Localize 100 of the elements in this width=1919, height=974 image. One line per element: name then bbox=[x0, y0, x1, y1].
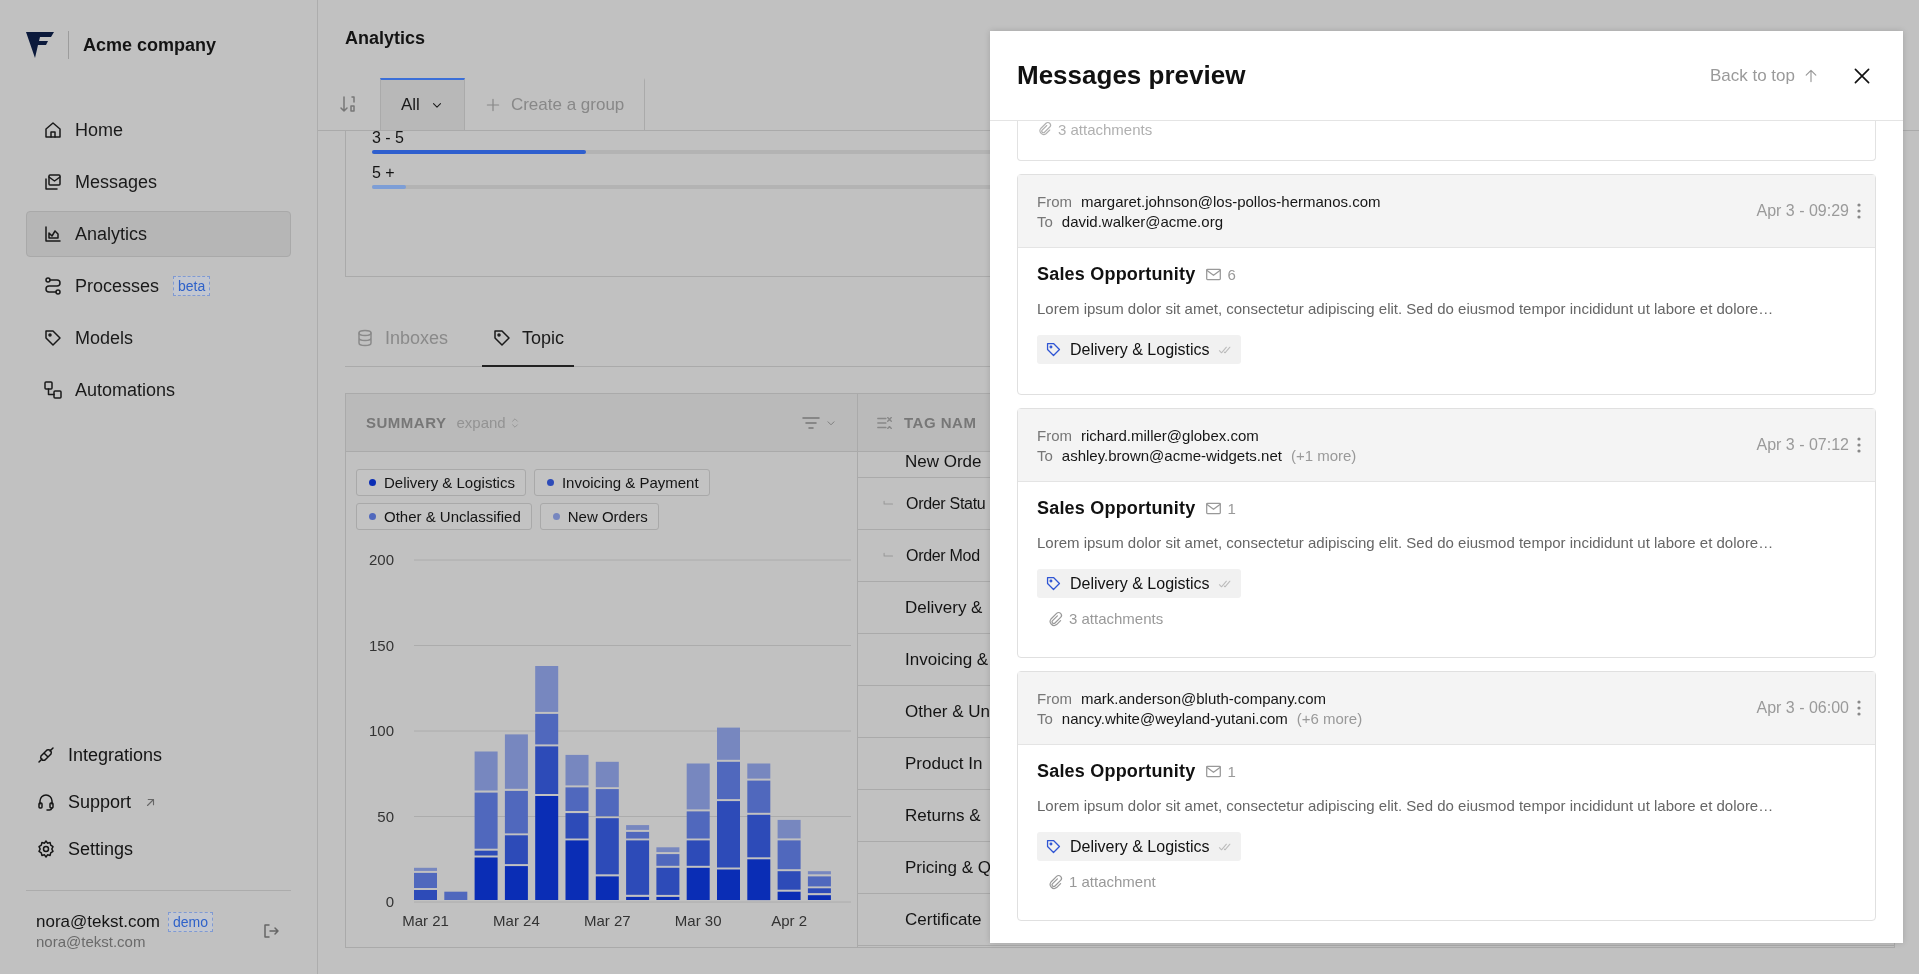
bar bbox=[414, 890, 437, 900]
message-card[interactable] bbox=[1017, 671, 1876, 921]
tag-icon bbox=[43, 328, 63, 348]
topic-tag[interactable]: Delivery & Logistics bbox=[1037, 569, 1241, 598]
sender-address: richard.miller@globex.com bbox=[1081, 426, 1259, 444]
headset-icon bbox=[36, 792, 56, 812]
paperclip-icon bbox=[1037, 121, 1052, 136]
topic-tag[interactable]: Delivery & Logistics bbox=[1037, 832, 1241, 861]
logo-icon bbox=[26, 32, 54, 58]
message-card[interactable] bbox=[1017, 408, 1876, 658]
axis-label: Mar 24 bbox=[493, 912, 540, 929]
bar bbox=[444, 891, 468, 900]
more-icon[interactable] bbox=[1857, 700, 1861, 716]
range-label: 3 - 5 bbox=[372, 129, 404, 147]
bar bbox=[504, 866, 528, 900]
axis-label: Mar 30 bbox=[674, 912, 722, 929]
attachment-count: 3 attachments bbox=[1069, 610, 1164, 627]
axis-label: 200 bbox=[368, 551, 394, 568]
range-label: 5 + bbox=[372, 164, 395, 182]
nav-item[interactable]: Analytics bbox=[26, 211, 291, 257]
field-label: From bbox=[1037, 192, 1072, 210]
tag-icon bbox=[492, 328, 513, 348]
axis-label: 150 bbox=[368, 636, 394, 654]
message-subject: Sales Opportunity bbox=[1037, 498, 1196, 519]
dialog-title: Messages preview bbox=[1017, 60, 1247, 91]
legend-chip[interactable]: Other & Unclassified bbox=[356, 503, 532, 530]
message-subject: Sales Opportunity bbox=[1037, 761, 1196, 782]
nav-item[interactable]: Home bbox=[26, 107, 291, 153]
beta-badge: beta bbox=[173, 276, 211, 296]
axis-label: 100 bbox=[368, 722, 394, 739]
bar bbox=[686, 867, 710, 900]
bar bbox=[747, 859, 771, 901]
paperclip-icon bbox=[1047, 873, 1063, 890]
axis-label: Apr 2 bbox=[771, 912, 808, 929]
bar bbox=[595, 761, 619, 788]
paperclip-icon bbox=[1047, 610, 1063, 627]
group-tab[interactable]: All bbox=[380, 78, 465, 130]
envelope-icon bbox=[1205, 500, 1223, 517]
field-label: To bbox=[1037, 709, 1053, 727]
squares-icon bbox=[43, 380, 63, 400]
sender-address: margaret.johnson@los-pollos-hermanos.com bbox=[1081, 192, 1381, 210]
message-subject: Sales Opportunity bbox=[1037, 264, 1196, 285]
bar bbox=[565, 754, 589, 786]
nav-item[interactable]: Processes beta bbox=[26, 263, 291, 309]
message-count: 6 bbox=[1227, 266, 1236, 283]
envelope-icon bbox=[1205, 763, 1223, 780]
nav-item[interactable]: Models bbox=[26, 315, 291, 361]
legend-chip[interactable]: Invoicing & Payment bbox=[533, 469, 710, 496]
tag-icon bbox=[1045, 341, 1062, 358]
recipient-address: nancy.white@weyland-yutani.com bbox=[1061, 709, 1288, 727]
recipient-address: david.walker@acme.org bbox=[1061, 212, 1223, 230]
legend-chip[interactable]: New Orders bbox=[539, 503, 659, 530]
nav-item[interactable]: Settings bbox=[26, 826, 291, 872]
column-header: TAG NAM bbox=[904, 414, 977, 431]
demo-badge: demo bbox=[168, 912, 214, 932]
message-date: Apr 3 - 06:00 bbox=[1756, 699, 1849, 717]
attachment-count: 1 attachment bbox=[1069, 873, 1156, 890]
more-icon[interactable] bbox=[1857, 203, 1861, 219]
message-date: Apr 3 - 07:12 bbox=[1756, 436, 1849, 454]
bar bbox=[747, 814, 771, 858]
user-name: nora@tekst.com bbox=[36, 912, 161, 932]
axis-label: 50 bbox=[377, 807, 394, 825]
plus-icon bbox=[484, 97, 501, 113]
database-icon bbox=[355, 328, 375, 348]
settings-icon bbox=[36, 839, 56, 859]
bar bbox=[565, 787, 589, 811]
view-tab[interactable]: Topic bbox=[482, 311, 575, 367]
message-snippet: Lorem ipsum dolor sit amet, consectetur adipiscing elit. Sed do eiusmod tempor incididunt ut labore et dolore… bbox=[1037, 534, 1775, 551]
bar bbox=[474, 751, 498, 791]
nav-item[interactable]: Support bbox=[26, 779, 291, 825]
message-count: 1 bbox=[1227, 500, 1236, 517]
company-name: Acme company bbox=[83, 34, 217, 56]
arrow-up-icon bbox=[1803, 67, 1819, 84]
house-icon bbox=[43, 120, 63, 140]
field-label: To bbox=[1037, 212, 1053, 230]
more-recipients: (+6 more) bbox=[1296, 709, 1363, 727]
message-count: 1 bbox=[1227, 763, 1236, 780]
chart-icon bbox=[43, 224, 63, 244]
nav-item[interactable]: Messages bbox=[26, 159, 291, 205]
message-snippet: Lorem ipsum dolor sit amet, consectetur adipiscing elit. Sed do eiusmod tempor incididunt ut labore et dolore… bbox=[1037, 300, 1775, 317]
user-email: nora@tekst.com bbox=[36, 933, 147, 950]
attachment-count: 3 attachments bbox=[1058, 121, 1153, 138]
message-card[interactable] bbox=[1017, 174, 1876, 395]
panel-title: SUMMARY bbox=[366, 414, 447, 431]
envelope-stack-icon bbox=[43, 172, 63, 192]
envelope-icon bbox=[1205, 266, 1223, 283]
logout-icon bbox=[261, 921, 281, 941]
plug-icon bbox=[36, 745, 56, 765]
nav-item[interactable]: Integrations bbox=[26, 732, 291, 778]
message-snippet: Lorem ipsum dolor sit amet, consectetur adipiscing elit. Sed do eiusmod tempor incididunt ut labore et dolore… bbox=[1037, 797, 1775, 814]
field-label: From bbox=[1037, 689, 1072, 707]
axis-label: 0 bbox=[385, 893, 394, 910]
nav-item[interactable]: Automations bbox=[26, 367, 291, 413]
field-label: From bbox=[1037, 426, 1072, 444]
bar bbox=[504, 734, 528, 789]
bar bbox=[686, 840, 710, 866]
more-icon[interactable] bbox=[1857, 437, 1861, 453]
legend-chip[interactable]: Delivery & Logistics bbox=[356, 469, 526, 496]
topic-tag[interactable]: Delivery & Logistics bbox=[1037, 335, 1241, 364]
flow-icon bbox=[43, 276, 63, 296]
